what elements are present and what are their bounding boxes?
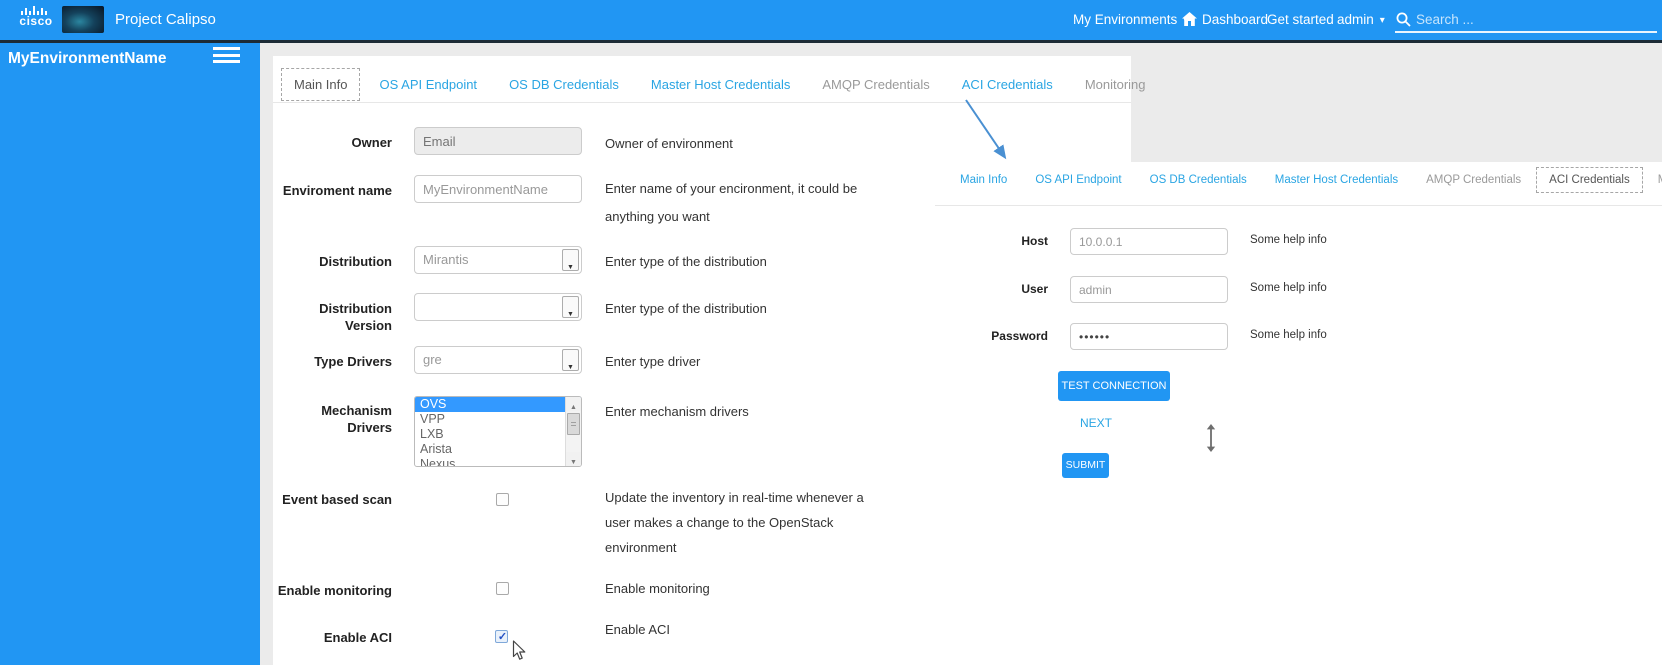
nav-dashboard[interactable]: Dashboard bbox=[1182, 0, 1268, 40]
tab-aci-credentials[interactable]: ACI Credentials bbox=[949, 68, 1066, 101]
owner-help: Owner of environment bbox=[605, 134, 890, 154]
aci-tab-monitoring: Monitoring bbox=[1645, 167, 1662, 193]
password-input[interactable] bbox=[1070, 323, 1228, 350]
sidebar: MyEnvironmentName bbox=[0, 43, 260, 665]
aci-credentials-panel: Main Info OS API Endpoint OS DB Credenti… bbox=[935, 162, 1662, 665]
distribution-version-help: Enter type of the distribution bbox=[605, 299, 890, 319]
type-drivers-label: Type Drivers bbox=[273, 353, 392, 370]
list-option-lxb[interactable]: LXB bbox=[415, 427, 581, 442]
aci-tab-master-host-credentials[interactable]: Master Host Credentials bbox=[1262, 167, 1411, 193]
listbox-scrollbar[interactable] bbox=[565, 397, 581, 466]
tab-os-db-credentials[interactable]: OS DB Credentials bbox=[496, 68, 632, 101]
event-based-scan-help: Update the inventory in real-time whenev… bbox=[605, 485, 890, 560]
submit-button[interactable]: SUBMIT bbox=[1062, 453, 1109, 478]
enable-monitoring-checkbox[interactable] bbox=[496, 582, 509, 595]
tab-main-info[interactable]: Main Info bbox=[281, 68, 360, 101]
type-drivers-select[interactable]: gre bbox=[414, 346, 582, 374]
list-option-nexus[interactable]: Nexus bbox=[415, 457, 581, 467]
calipso-logo-image bbox=[62, 6, 104, 33]
list-option-vpp[interactable]: VPP bbox=[415, 412, 581, 427]
home-icon bbox=[1182, 12, 1197, 26]
environment-name-help: Enter name of your encironment, it could… bbox=[605, 175, 890, 231]
aci-tabbar: Main Info OS API Endpoint OS DB Credenti… bbox=[947, 167, 1662, 193]
aci-tab-amqp-credentials: AMQP Credentials bbox=[1413, 167, 1534, 193]
event-based-scan-checkbox[interactable] bbox=[496, 493, 509, 506]
environment-name-input[interactable] bbox=[414, 175, 582, 203]
owner-label: Owner bbox=[273, 134, 392, 151]
mechanism-drivers-help: Enter mechanism drivers bbox=[605, 402, 890, 422]
aci-tab-os-api-endpoint[interactable]: OS API Endpoint bbox=[1022, 167, 1134, 193]
user-label: User bbox=[935, 282, 1048, 296]
user-help: Some help info bbox=[1250, 282, 1327, 294]
search-icon bbox=[1396, 12, 1411, 27]
next-link[interactable]: NEXT bbox=[1080, 416, 1112, 430]
menu-icon[interactable] bbox=[213, 47, 240, 67]
tabbar-divider bbox=[273, 102, 1131, 103]
cisco-logo-text: cisco bbox=[14, 15, 58, 27]
enable-aci-checkbox[interactable] bbox=[495, 630, 508, 643]
host-label: Host bbox=[935, 234, 1048, 248]
chevron-down-icon[interactable] bbox=[562, 296, 579, 318]
list-option-ovs[interactable]: OVS bbox=[415, 397, 581, 412]
chevron-down-icon[interactable] bbox=[562, 249, 579, 271]
owner-input[interactable] bbox=[414, 127, 582, 155]
aci-tab-aci-credentials[interactable]: ACI Credentials bbox=[1536, 167, 1643, 193]
aci-tab-os-db-credentials[interactable]: OS DB Credentials bbox=[1137, 167, 1260, 193]
type-drivers-help: Enter type driver bbox=[605, 352, 890, 372]
scroll-down-icon[interactable] bbox=[566, 452, 581, 466]
environment-name-label: Enviroment name bbox=[273, 182, 392, 199]
test-connection-button[interactable]: TEST CONNECTION bbox=[1058, 371, 1170, 401]
event-based-scan-label: Event based scan bbox=[273, 491, 392, 508]
top-header: cisco Project Calipso My Environments Da… bbox=[0, 0, 1662, 40]
cisco-logo: cisco bbox=[14, 6, 58, 27]
search-input[interactable] bbox=[1416, 7, 1651, 31]
tab-monitoring: Monitoring bbox=[1072, 68, 1159, 101]
nav-my-environments[interactable]: My Environments bbox=[1073, 0, 1188, 42]
mechanism-drivers-listbox[interactable]: OVS VPP LXB Arista Nexus bbox=[414, 396, 582, 467]
scroll-up-icon[interactable] bbox=[566, 397, 581, 411]
enable-aci-help: Enable ACI bbox=[605, 620, 890, 640]
tab-master-host-credentials[interactable]: Master Host Credentials bbox=[638, 68, 803, 101]
distribution-value: Mirantis bbox=[423, 252, 469, 267]
distribution-select[interactable]: Mirantis bbox=[414, 246, 582, 274]
app-title: Project Calipso bbox=[115, 0, 216, 40]
scrollbar-thumb[interactable] bbox=[567, 413, 580, 435]
environment-tabbar: Main Info OS API Endpoint OS DB Credenti… bbox=[281, 68, 1159, 101]
enable-monitoring-help: Enable monitoring bbox=[605, 579, 890, 599]
aci-tabbar-divider bbox=[935, 205, 1662, 206]
enable-aci-label: Enable ACI bbox=[273, 629, 392, 646]
host-help: Some help info bbox=[1250, 234, 1327, 246]
type-drivers-value: gre bbox=[423, 352, 442, 367]
mechanism-drivers-label: Mechanism Drivers bbox=[273, 402, 392, 436]
tab-os-api-endpoint[interactable]: OS API Endpoint bbox=[366, 68, 490, 101]
app-window: cisco Project Calipso My Environments Da… bbox=[0, 0, 1662, 665]
password-help: Some help info bbox=[1250, 329, 1327, 341]
list-option-arista[interactable]: Arista bbox=[415, 442, 581, 457]
distribution-help: Enter type of the distribution bbox=[605, 252, 890, 272]
nav-get-started[interactable]: Get started bbox=[1267, 0, 1334, 40]
distribution-label: Distribution bbox=[273, 253, 392, 270]
enable-monitoring-label: Enable monitoring bbox=[273, 582, 392, 599]
tab-amqp-credentials: AMQP Credentials bbox=[809, 68, 942, 101]
sidebar-environment-title: MyEnvironmentName bbox=[8, 50, 166, 68]
user-input[interactable] bbox=[1070, 276, 1228, 303]
password-label: Password bbox=[935, 329, 1048, 343]
aci-tab-main-info[interactable]: Main Info bbox=[947, 167, 1020, 193]
host-input[interactable] bbox=[1070, 228, 1228, 255]
nav-dashboard-label: Dashboard bbox=[1202, 12, 1268, 27]
distribution-version-select[interactable] bbox=[414, 293, 582, 321]
distribution-version-label: Distribution Version bbox=[273, 300, 392, 334]
header-search[interactable] bbox=[1395, 5, 1657, 33]
chevron-down-icon[interactable] bbox=[562, 349, 579, 371]
nav-admin-menu[interactable]: admin bbox=[1337, 0, 1385, 42]
